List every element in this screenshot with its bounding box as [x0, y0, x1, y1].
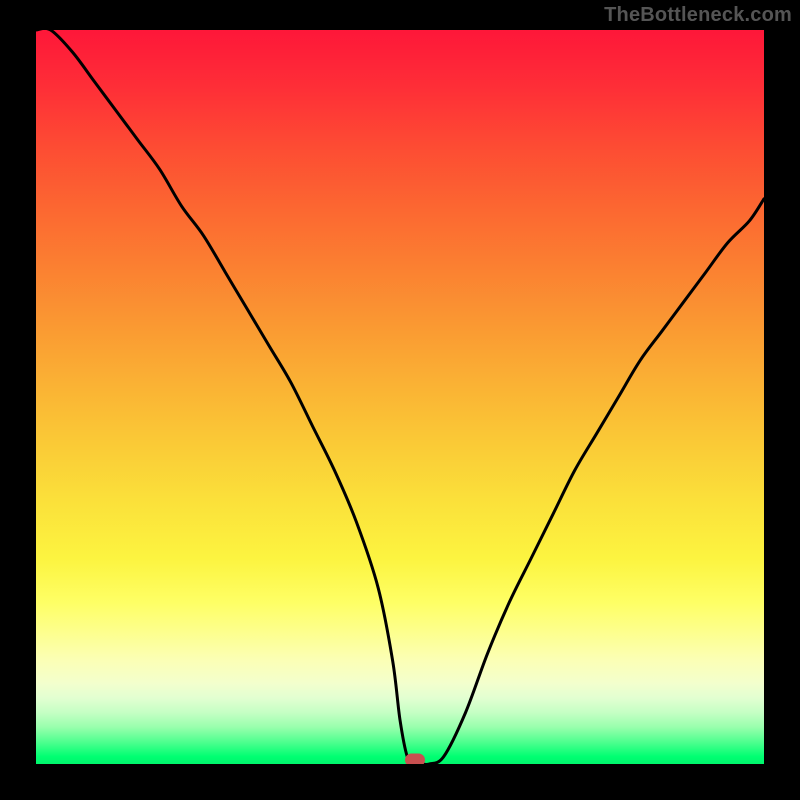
plot-area [36, 30, 764, 764]
bottleneck-curve [36, 30, 764, 764]
chart-frame: TheBottleneck.com [0, 0, 800, 800]
optimum-marker [405, 754, 425, 765]
watermark-text: TheBottleneck.com [604, 4, 792, 27]
